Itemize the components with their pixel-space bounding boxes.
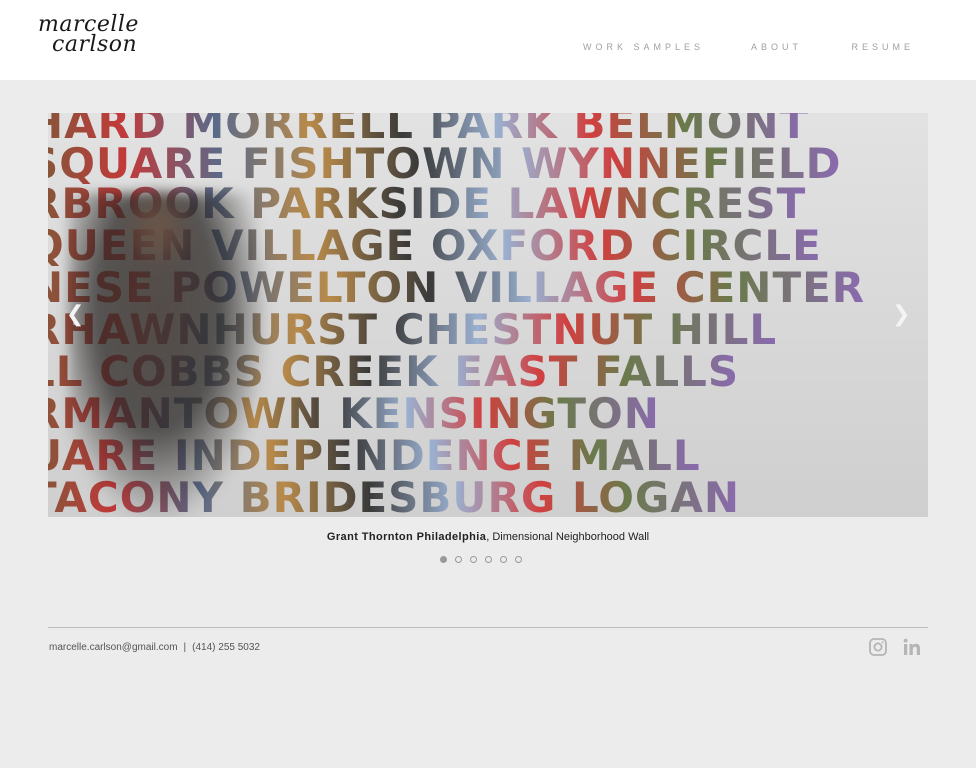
logo-line-2: carlson (52, 32, 138, 57)
image-slider[interactable]: HARD MORRELL PARK BELMONT SQUARE FISHTOW… (48, 113, 928, 517)
caption-subtitle: , Dimensional Neighborhood Wall (486, 531, 650, 543)
pagination-dot[interactable] (440, 556, 447, 563)
slide-image: HARD MORRELL PARK BELMONT SQUARE FISHTOW… (48, 113, 928, 517)
pagination-dot[interactable] (485, 556, 492, 563)
footer-divider (48, 627, 928, 628)
pagination-dot[interactable] (500, 556, 507, 563)
chevron-left-icon[interactable]: ❮ (66, 303, 84, 327)
pagination-dot[interactable] (515, 556, 522, 563)
contact-separator: | (183, 642, 187, 653)
instagram-icon[interactable] (868, 637, 888, 657)
linkedin-icon[interactable] (902, 637, 922, 657)
footer-contact: marcelle.carlson@gmail.com | (414) 255 503… (49, 642, 260, 653)
site-header: marcelle carlson WORK SAMPLES ABOUT RESU… (0, 0, 976, 80)
nav-work-samples[interactable]: WORK SAMPLES (583, 42, 704, 52)
pagination-dot[interactable] (470, 556, 477, 563)
site-logo[interactable]: marcelle carlson (38, 14, 139, 57)
nav-about[interactable]: ABOUT (751, 42, 802, 52)
pagination-dot[interactable] (455, 556, 462, 563)
chevron-right-icon[interactable]: ❯ (892, 303, 910, 327)
social-links (868, 637, 922, 657)
slider-pagination (440, 556, 522, 563)
phone-number: (414) 255 5032 (192, 642, 260, 653)
caption-title: Grant Thornton Philadelphia (326, 531, 487, 543)
slide-caption: Grant Thornton Philadelphia, Dimensional… (48, 531, 928, 543)
nav-resume[interactable]: RESUME (851, 42, 914, 52)
blurred-person-head (118, 183, 198, 273)
email-link[interactable]: marcelle.carlson@gmail.com (49, 642, 178, 653)
